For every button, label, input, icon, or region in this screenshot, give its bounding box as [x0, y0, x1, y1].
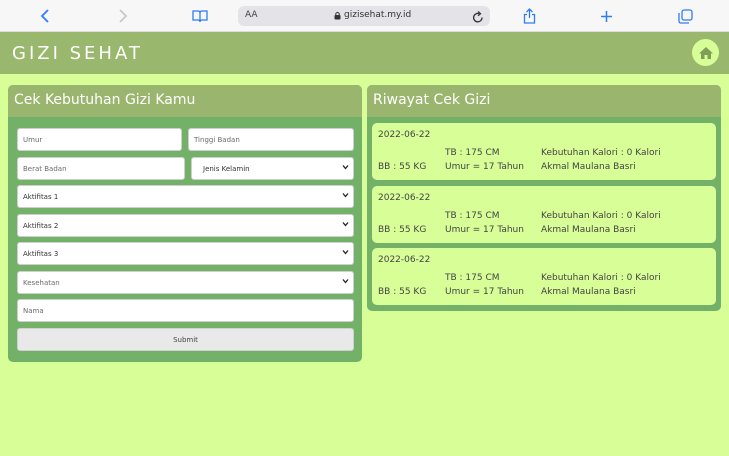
chevron-down-icon: [342, 278, 349, 286]
history-card: Riwayat Cek Gizi 2022-06-22 TB : 175 CM …: [367, 85, 721, 311]
nama-input[interactable]: Nama: [17, 299, 354, 322]
home-icon: [698, 46, 713, 59]
app-title: GIZI SEHAT: [12, 43, 143, 64]
history-item: 2022-06-22 TB : 175 CM Kebutuhan Kalori …: [372, 186, 716, 243]
forward-icon[interactable]: [114, 7, 132, 25]
history-tb: TB : 175 CM: [445, 211, 500, 221]
history-date: 2022-06-22: [378, 130, 431, 140]
tabs-overview-icon[interactable]: [676, 7, 694, 25]
history-bb: BB : 55 KG: [378, 225, 427, 235]
history-nama: Akmal Maulana Basri: [541, 162, 636, 172]
jenis-kelamin-select[interactable]: Jenis Kelamin: [191, 157, 354, 180]
chevron-down-icon: [342, 221, 349, 229]
url-display: gizisehat.my.id: [334, 10, 411, 20]
form-card: Cek Kebutuhan Gizi Kamu Umur Tinggi Bada…: [8, 85, 362, 362]
url-text: gizisehat.my.id: [344, 10, 412, 20]
history-kalori: Kebutuhan Kalori : 0 Kalori: [541, 273, 661, 283]
berat-badan-input[interactable]: Berat Badan: [17, 157, 185, 180]
history-card-title: Riwayat Cek Gizi: [367, 85, 721, 117]
aktifitas-3-select[interactable]: Aktifitas 3: [17, 242, 354, 265]
history-date: 2022-06-22: [378, 255, 431, 265]
history-item: 2022-06-22 TB : 175 CM Kebutuhan Kalori …: [372, 248, 716, 305]
tinggi-badan-input[interactable]: Tinggi Badan: [188, 128, 354, 151]
umur-input[interactable]: Umur: [17, 128, 182, 151]
submit-button[interactable]: Submit: [17, 328, 354, 351]
history-bb: BB : 55 KG: [378, 162, 427, 172]
history-umur: Umur = 17 Tahun: [445, 287, 524, 297]
chevron-down-icon: [342, 192, 349, 200]
home-button[interactable]: [692, 39, 719, 66]
form-card-title: Cek Kebutuhan Gizi Kamu: [8, 85, 362, 117]
history-umur: Umur = 17 Tahun: [445, 225, 524, 235]
lock-icon: [334, 11, 341, 19]
new-tab-icon[interactable]: [597, 7, 615, 25]
chevron-down-icon: [342, 164, 349, 172]
aktifitas-3-value: Aktifitas 3: [23, 250, 59, 258]
history-nama: Akmal Maulana Basri: [541, 225, 636, 235]
aktifitas-2-value: Aktifitas 2: [23, 222, 59, 230]
history-date: 2022-06-22: [378, 193, 431, 203]
back-icon[interactable]: [36, 7, 54, 25]
history-item: 2022-06-22 TB : 175 CM Kebutuhan Kalori …: [372, 123, 716, 180]
history-bb: BB : 55 KG: [378, 287, 427, 297]
bookmarks-icon[interactable]: [191, 7, 209, 25]
history-tb: TB : 175 CM: [445, 148, 500, 158]
history-kalori: Kebutuhan Kalori : 0 Kalori: [541, 148, 661, 158]
app-header: GIZI SEHAT: [0, 32, 729, 74]
history-nama: Akmal Maulana Basri: [541, 287, 636, 297]
kesehatan-select[interactable]: Kesehatan: [17, 271, 354, 294]
aktifitas-2-select[interactable]: Aktifitas 2: [17, 214, 354, 237]
history-tb: TB : 175 CM: [445, 273, 500, 283]
kesehatan-value: Kesehatan: [23, 279, 60, 287]
history-umur: Umur = 17 Tahun: [445, 162, 524, 172]
reload-icon[interactable]: [472, 9, 484, 28]
browser-toolbar: AA gizisehat.my.id: [0, 0, 729, 32]
share-icon[interactable]: [520, 7, 538, 25]
jenis-kelamin-value: Jenis Kelamin: [203, 165, 250, 173]
chevron-down-icon: [342, 249, 349, 257]
aktifitas-1-value: Aktifitas 1: [23, 193, 59, 201]
reader-aa-button[interactable]: AA: [245, 10, 258, 20]
address-bar[interactable]: AA gizisehat.my.id: [238, 6, 490, 26]
history-kalori: Kebutuhan Kalori : 0 Kalori: [541, 211, 661, 221]
aktifitas-1-select[interactable]: Aktifitas 1: [17, 185, 354, 208]
